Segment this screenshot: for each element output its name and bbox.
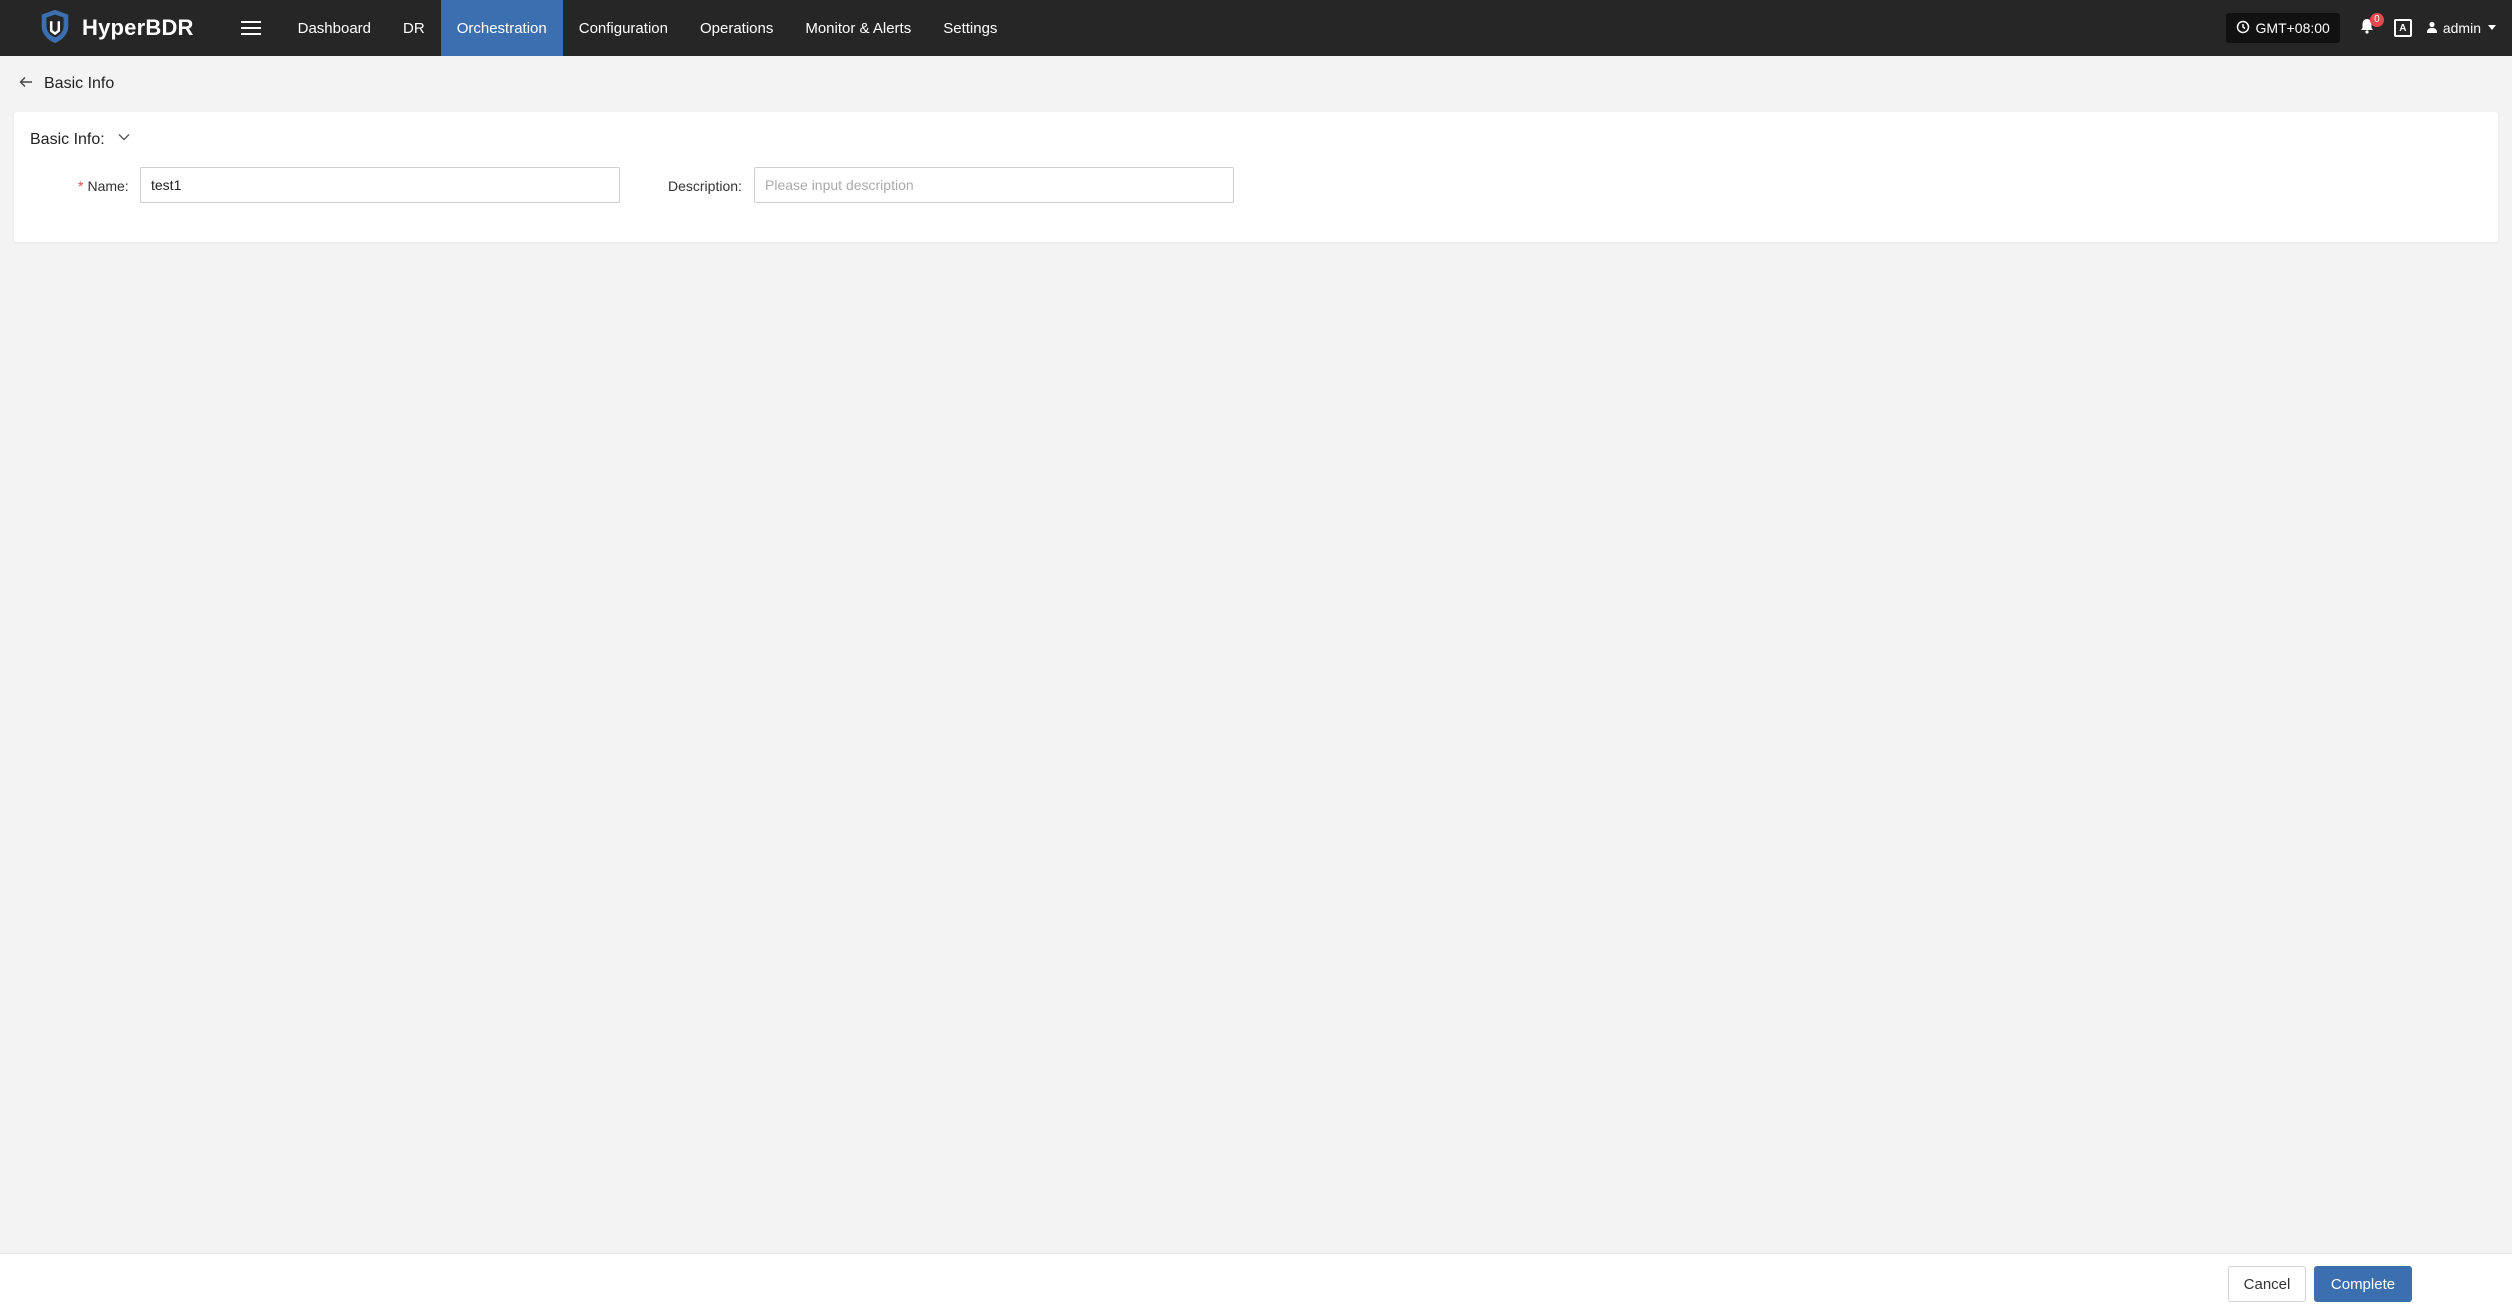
section-title: Basic Info: — [30, 130, 105, 148]
nav-item-dr[interactable]: DR — [387, 0, 441, 56]
shield-logo-icon — [36, 7, 74, 50]
user-menu[interactable]: admin — [2426, 20, 2498, 36]
footer-action-bar: Cancel Complete — [0, 1253, 2512, 1314]
description-field-label: Description: — [668, 178, 742, 194]
top-navbar: HyperBDR Dashboard DR Orchestration Conf… — [0, 0, 2512, 56]
language-icon-text: A — [2399, 22, 2407, 34]
username: admin — [2442, 20, 2481, 36]
name-label-text: Name: — [87, 178, 129, 194]
language-icon[interactable]: A — [2393, 19, 2412, 37]
name-field-label: * Name: — [78, 178, 129, 194]
cancel-button[interactable]: Cancel — [2228, 1266, 2306, 1302]
required-marker: * — [78, 178, 84, 194]
nav-item-dashboard[interactable]: Dashboard — [282, 0, 387, 56]
back-breadcrumb[interactable]: Basic Info — [18, 72, 114, 96]
menu-toggle-icon[interactable] — [234, 11, 268, 45]
basic-info-section-toggle[interactable]: Basic Info: — [30, 130, 131, 149]
timezone-label: GMT+08:00 — [2255, 20, 2330, 36]
description-label-text: Description: — [668, 178, 742, 194]
nav-item-operations[interactable]: Operations — [684, 0, 789, 56]
user-icon — [2426, 20, 2438, 36]
header-actions: GMT+08:00 0 A admin — [2225, 0, 2512, 56]
timezone-selector[interactable]: GMT+08:00 — [2225, 13, 2340, 43]
description-input[interactable] — [754, 167, 1234, 203]
app-logo[interactable]: HyperBDR — [36, 0, 194, 56]
complete-button[interactable]: Complete — [2314, 1266, 2412, 1302]
breadcrumb-label: Basic Info — [44, 75, 115, 92]
name-input[interactable] — [140, 167, 620, 203]
nav-item-monitor-alerts[interactable]: Monitor & Alerts — [789, 0, 927, 56]
nav-item-configuration[interactable]: Configuration — [563, 0, 684, 56]
notification-badge: 0 — [2369, 13, 2384, 27]
caret-down-icon — [2486, 20, 2498, 36]
chevron-down-icon — [117, 130, 131, 149]
nav-item-orchestration[interactable]: Orchestration — [440, 0, 563, 56]
arrow-left-icon — [18, 74, 34, 95]
notifications-button[interactable]: 0 — [2354, 13, 2384, 41]
main-nav: Dashboard DR Orchestration Configuration… — [282, 0, 1014, 56]
clock-icon — [2236, 20, 2250, 37]
nav-item-settings[interactable]: Settings — [927, 0, 1013, 56]
app-name: HyperBDR — [82, 15, 194, 40]
basic-info-card: Basic Info: *Name: Description: — [14, 112, 2498, 242]
